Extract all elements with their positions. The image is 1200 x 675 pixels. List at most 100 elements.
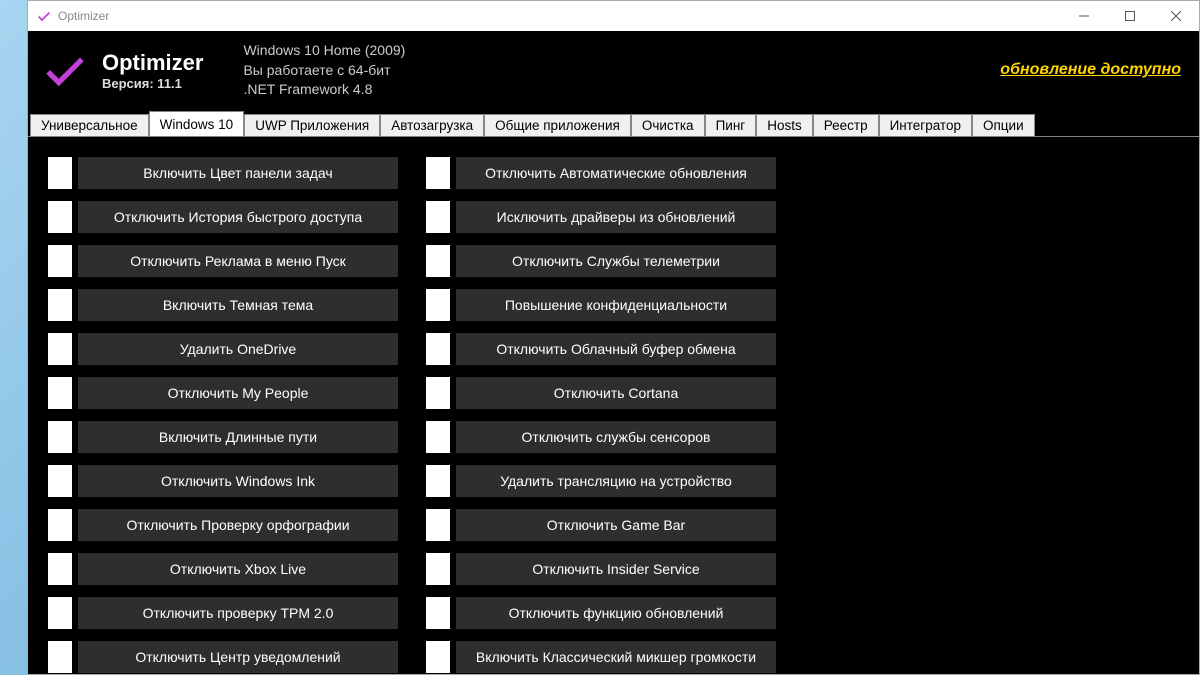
toggle-checkbox[interactable] bbox=[48, 553, 72, 585]
toggle-label[interactable]: Отключить функцию обновлений bbox=[456, 597, 776, 629]
tab-content: Включить Цвет панели задач Отключить Исто… bbox=[28, 136, 1199, 674]
toggle-row: Включить Цвет панели задач bbox=[48, 157, 398, 189]
toggle-checkbox[interactable] bbox=[426, 421, 450, 453]
toggle-label[interactable]: Включить Классический микшер громкости bbox=[456, 641, 776, 673]
toggle-row: Отключить службы сенсоров bbox=[426, 421, 776, 453]
toggle-checkbox[interactable] bbox=[426, 289, 450, 321]
toggle-checkbox[interactable] bbox=[48, 157, 72, 189]
toggle-checkbox[interactable] bbox=[426, 509, 450, 541]
titlebar: Optimizer bbox=[28, 1, 1199, 31]
close-button[interactable] bbox=[1153, 1, 1199, 31]
toggle-checkbox[interactable] bbox=[48, 377, 72, 409]
toggle-label[interactable]: Удалить OneDrive bbox=[78, 333, 398, 365]
toggle-label[interactable]: Включить Длинные пути bbox=[78, 421, 398, 453]
toggle-checkbox[interactable] bbox=[426, 157, 450, 189]
toggle-label[interactable]: Отключить службы сенсоров bbox=[456, 421, 776, 453]
toggle-row: Включить Темная тема bbox=[48, 289, 398, 321]
toggle-row: Отключить Game Bar bbox=[426, 509, 776, 541]
toggle-checkbox[interactable] bbox=[48, 465, 72, 497]
toggle-label[interactable]: Отключить проверку TPM 2.0 bbox=[78, 597, 398, 629]
toggle-checkbox[interactable] bbox=[426, 465, 450, 497]
minimize-button[interactable] bbox=[1061, 1, 1107, 31]
tab-автозагрузка[interactable]: Автозагрузка bbox=[380, 114, 484, 136]
toggle-checkbox[interactable] bbox=[426, 377, 450, 409]
app-name: Optimizer bbox=[102, 50, 203, 76]
toggle-checkbox[interactable] bbox=[426, 597, 450, 629]
toggle-row: Отключить функцию обновлений bbox=[426, 597, 776, 629]
toggle-label[interactable]: Отключить История быстрого доступа bbox=[78, 201, 398, 233]
toggle-label[interactable]: Отключить Реклама в меню Пуск bbox=[78, 245, 398, 277]
toggle-label[interactable]: Отключить Xbox Live bbox=[78, 553, 398, 585]
app-window: Optimizer Optimizer Версия: 11.1 Windows… bbox=[27, 0, 1200, 675]
toggle-label[interactable]: Отключить Insider Service bbox=[456, 553, 776, 585]
toggle-checkbox[interactable] bbox=[48, 597, 72, 629]
toggle-checkbox[interactable] bbox=[426, 333, 450, 365]
toggle-checkbox[interactable] bbox=[426, 553, 450, 585]
toggle-checkbox[interactable] bbox=[48, 641, 72, 673]
toggle-checkbox[interactable] bbox=[426, 245, 450, 277]
tab-windows-10[interactable]: Windows 10 bbox=[149, 111, 245, 136]
toggle-row: Отключить Windows Ink bbox=[48, 465, 398, 497]
tab-общие-приложения[interactable]: Общие приложения bbox=[484, 114, 631, 136]
toggle-label[interactable]: Отключить Автоматические обновления bbox=[456, 157, 776, 189]
toggle-checkbox[interactable] bbox=[426, 641, 450, 673]
toggle-checkbox[interactable] bbox=[48, 421, 72, 453]
toggle-row: Отключить Автоматические обновления bbox=[426, 157, 776, 189]
maximize-button[interactable] bbox=[1107, 1, 1153, 31]
toggle-label[interactable]: Включить Цвет панели задач bbox=[78, 157, 398, 189]
os-info: Windows 10 Home (2009) bbox=[243, 41, 405, 61]
tab-универсальное[interactable]: Универсальное bbox=[30, 114, 149, 136]
toggle-checkbox[interactable] bbox=[48, 509, 72, 541]
toggle-column-1: Включить Цвет панели задач Отключить Исто… bbox=[48, 157, 398, 673]
toggle-label[interactable]: Отключить Центр уведомлений bbox=[78, 641, 398, 673]
tab-очистка[interactable]: Очистка bbox=[631, 114, 705, 136]
tab-интегратор[interactable]: Интегратор bbox=[879, 114, 972, 136]
toggle-checkbox[interactable] bbox=[48, 333, 72, 365]
tab-реестр[interactable]: Реестр bbox=[813, 114, 879, 136]
toggle-row: Включить Классический микшер громкости bbox=[426, 641, 776, 673]
toggle-row: Удалить OneDrive bbox=[48, 333, 398, 365]
app-icon-large bbox=[40, 45, 90, 95]
toggle-label[interactable]: Отключить Облачный буфер обмена bbox=[456, 333, 776, 365]
toggle-row: Исключить драйверы из обновлений bbox=[426, 201, 776, 233]
toggle-row: Отключить История быстрого доступа bbox=[48, 201, 398, 233]
toggle-label[interactable]: Отключить Проверку орфографии bbox=[78, 509, 398, 541]
toggle-checkbox[interactable] bbox=[48, 289, 72, 321]
toggle-checkbox[interactable] bbox=[48, 201, 72, 233]
toggle-row: Отключить Xbox Live bbox=[48, 553, 398, 585]
arch-info: Вы работаете с 64-бит bbox=[243, 61, 405, 81]
toggle-label[interactable]: Исключить драйверы из обновлений bbox=[456, 201, 776, 233]
toggle-row: Отключить Облачный буфер обмена bbox=[426, 333, 776, 365]
toggle-row: Отключить Insider Service bbox=[426, 553, 776, 585]
tab-пинг[interactable]: Пинг bbox=[705, 114, 757, 136]
toggle-column-2: Отключить Автоматические обновления Исклю… bbox=[426, 157, 776, 673]
toggle-checkbox[interactable] bbox=[426, 201, 450, 233]
toggle-label[interactable]: Включить Темная тема bbox=[78, 289, 398, 321]
app-icon-small bbox=[36, 8, 52, 24]
toggle-label[interactable]: Отключить Windows Ink bbox=[78, 465, 398, 497]
tab-uwp-приложения[interactable]: UWP Приложения bbox=[244, 114, 380, 136]
toggle-row: Отключить Реклама в меню Пуск bbox=[48, 245, 398, 277]
toggle-label[interactable]: Отключить Game Bar bbox=[456, 509, 776, 541]
header: Optimizer Версия: 11.1 Windows 10 Home (… bbox=[28, 31, 1199, 110]
net-info: .NET Framework 4.8 bbox=[243, 80, 405, 100]
toggle-label[interactable]: Удалить трансляцию на устройство bbox=[456, 465, 776, 497]
toggle-checkbox[interactable] bbox=[48, 245, 72, 277]
toggle-row: Отключить Центр уведомлений bbox=[48, 641, 398, 673]
toggle-label[interactable]: Отключить My People bbox=[78, 377, 398, 409]
toggle-row: Отключить Проверку орфографии bbox=[48, 509, 398, 541]
toggle-label[interactable]: Отключить Службы телеметрии bbox=[456, 245, 776, 277]
toggle-row: Отключить Cortana bbox=[426, 377, 776, 409]
tab-hosts[interactable]: Hosts bbox=[756, 114, 813, 136]
toggle-row: Повышение конфиденциальности bbox=[426, 289, 776, 321]
app-title-block: Optimizer Версия: 11.1 bbox=[102, 50, 203, 91]
window-title: Optimizer bbox=[58, 9, 109, 23]
toggle-row: Отключить проверку TPM 2.0 bbox=[48, 597, 398, 629]
system-info: Windows 10 Home (2009) Вы работаете с 64… bbox=[243, 41, 405, 100]
toggle-label[interactable]: Отключить Cortana bbox=[456, 377, 776, 409]
toggle-label[interactable]: Повышение конфиденциальности bbox=[456, 289, 776, 321]
toggle-row: Включить Длинные пути bbox=[48, 421, 398, 453]
tab-опции[interactable]: Опции bbox=[972, 114, 1035, 136]
update-available-link[interactable]: обновление доступно bbox=[1000, 61, 1181, 79]
app-version: Версия: 11.1 bbox=[102, 76, 203, 91]
